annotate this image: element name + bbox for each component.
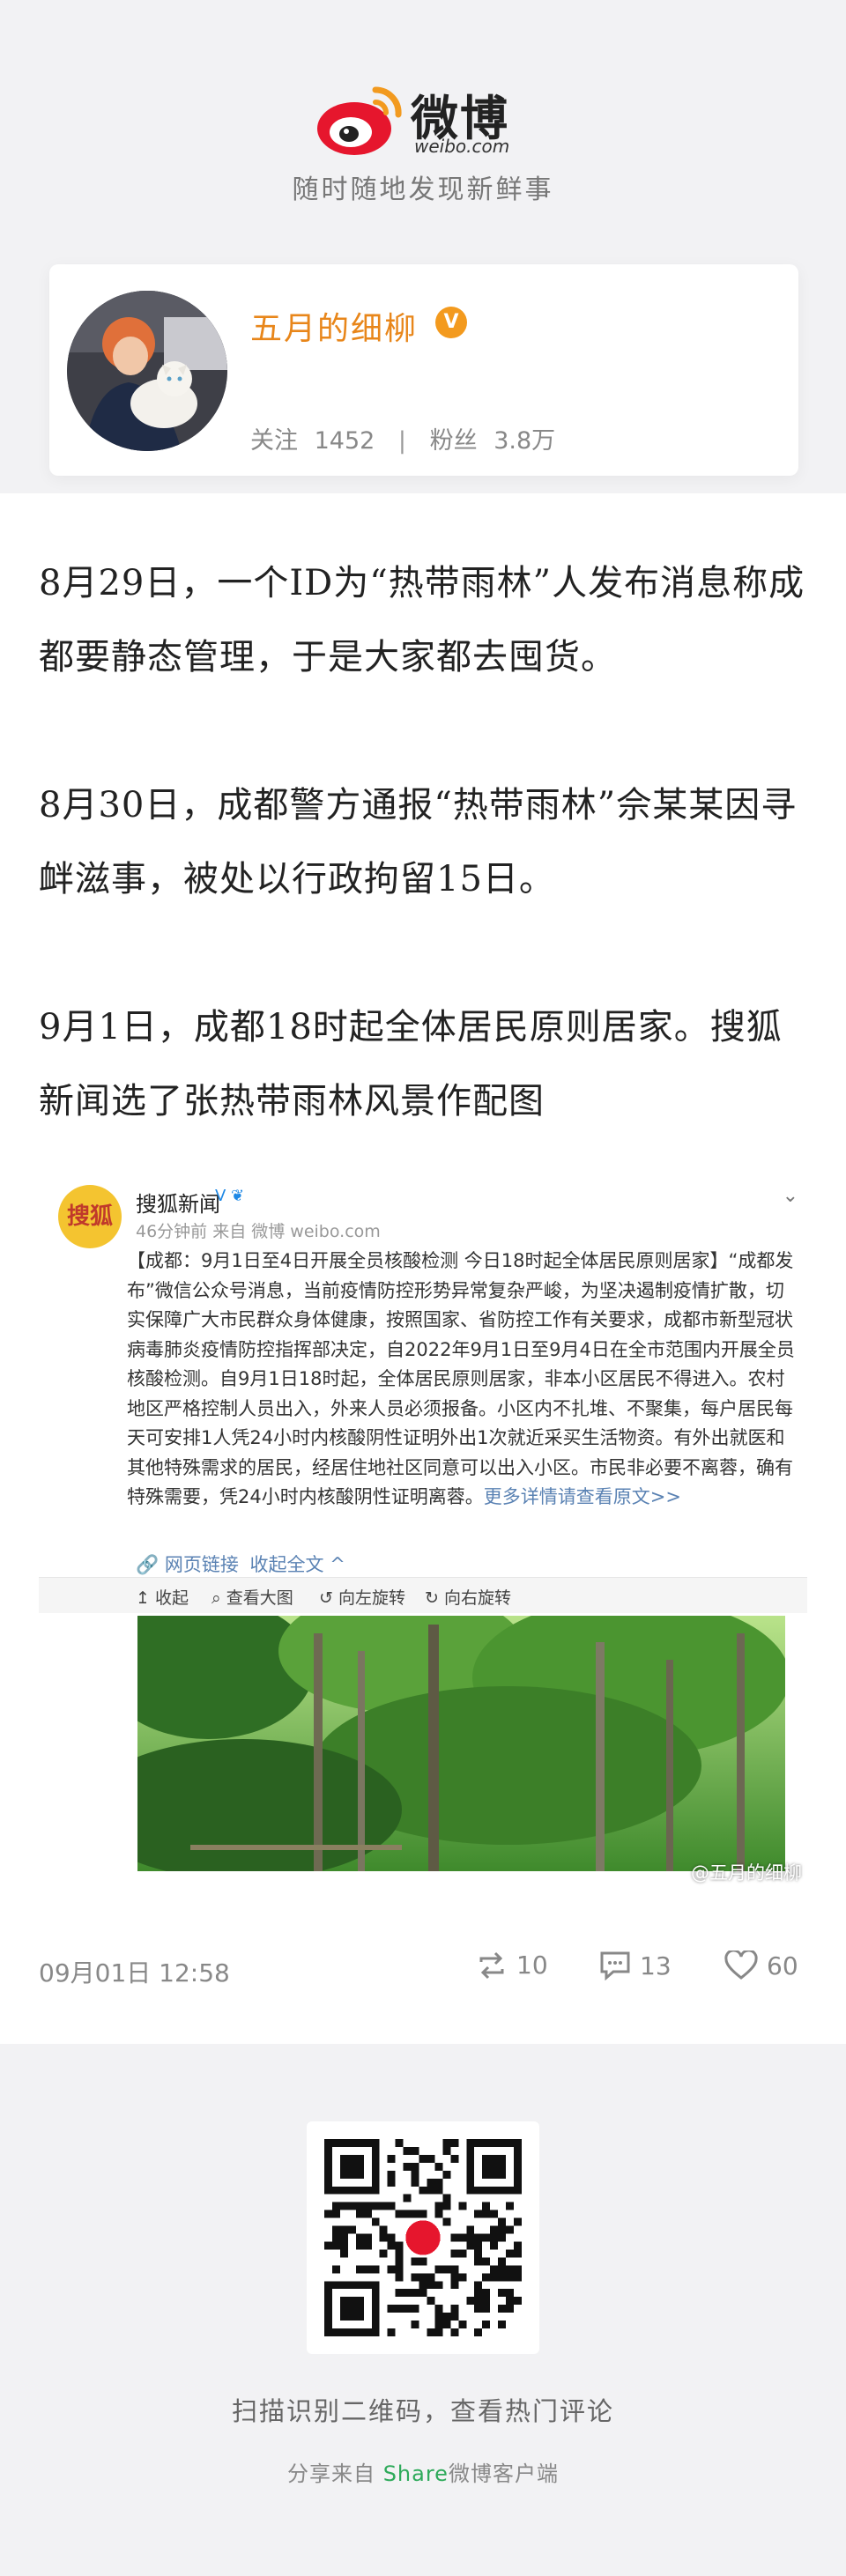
stats-separator: | [397, 427, 407, 455]
qr-code-icon [324, 2139, 522, 2336]
post-content: 8月29日，一个ID为“热带雨林”人发布消息称成都要静态管理，于是大家都去囤货。… [0, 493, 846, 2044]
arrow-up-icon: ↥ [136, 1588, 155, 1608]
magnifier-icon: ⌕ [212, 1588, 226, 1608]
heart-icon [724, 1951, 758, 1980]
embedded-body-text: 【成都：9月1日至4日开展全员核酸检测 今日18时起全体居民原则居家】“成都发布… [127, 1250, 795, 1507]
embedded-links: 🔗 网页链接 收起全文 ^ [136, 1551, 345, 1577]
toolbar-view-large: ⌕ 查看大图 [212, 1585, 293, 1609]
weibo-logo[interactable]: 微博 weibo.com [314, 78, 543, 166]
share-from: 分享来自 Share微博客户端 [0, 2456, 846, 2487]
rainforest-image [137, 1616, 785, 1871]
repost-count: 10 [516, 1951, 548, 1980]
toolbar-rotate-right-label: 向右旋转 [443, 1588, 511, 1608]
collapse-full-text: 收起全文 ^ [249, 1554, 345, 1575]
like-button[interactable]: 60 [724, 1951, 798, 1980]
toolbar-rotate-left: ↺ 向左旋转 [319, 1585, 405, 1609]
embedded-screenshot[interactable]: 搜狐 搜狐新闻 V ❦ 46分钟前 来自 微博 weibo.com ⌄ 【成都：… [39, 1158, 807, 1907]
repost-button[interactable]: 10 [476, 1951, 548, 1980]
avatar[interactable] [67, 291, 227, 451]
fans-count[interactable]: 3.8万 [494, 427, 555, 455]
post-actions: 09月01日 12:58 10 13 60 [39, 1947, 807, 1991]
embedded-author: 搜狐新闻 [136, 1192, 220, 1217]
scan-hint: 扫描识别二维码，查看热门评论 [231, 2396, 614, 2426]
embedded-meta: 46分钟前 来自 微博 weibo.com [136, 1222, 381, 1241]
embedded-body: 【成都：9月1日至4日开展全员核酸检测 今日18时起全体居民原则居家】“成都发布… [127, 1247, 797, 1513]
weibo-eye-icon [317, 86, 402, 155]
post-paragraph: 9月1日，成都18时起全体居民原则居家。搜狐新闻选了张热带雨林风景作配图 [39, 1007, 783, 1121]
comment-icon [600, 1951, 630, 1980]
toolbar-collapse: ↥ 收起 [136, 1585, 189, 1609]
share-prefix: 分享来自 [287, 2461, 376, 2486]
post-text: 8月29日，一个ID为“热带雨林”人发布消息称成都要静态管理，于是大家都去囤货。… [39, 546, 814, 1138]
profile-stats: 关注 1452 | 粉丝 3.8万 [250, 421, 555, 455]
logo-domain: weibo.com [414, 136, 510, 157]
post-paragraph: 8月29日，一个ID为“热带雨林”人发布消息称成都要静态管理，于是大家都去囤货。 [39, 563, 805, 677]
toolbar-rotate-right: ↻ 向右旋转 [425, 1585, 511, 1609]
rotate-left-icon: ↺ [319, 1588, 338, 1608]
toolbar-collapse-label: 收起 [154, 1588, 189, 1608]
verified-badge-icon: V [435, 307, 467, 338]
link-icon: 🔗 [136, 1554, 160, 1575]
post-datetime: 09月01日 12:58 [39, 1958, 230, 1988]
more-link: 更多详情请查看原文>> [483, 1486, 681, 1507]
toolbar-view-large-label: 查看大图 [226, 1588, 293, 1608]
following-label: 关注 [250, 427, 298, 455]
image-toolbar: ↥ 收起 ⌕ 查看大图 ↺ 向左旋转 ↻ 向右旋转 [39, 1577, 807, 1613]
share-suffix: 微博客户端 [448, 2461, 559, 2486]
username[interactable]: 五月的细柳 [250, 303, 418, 349]
post-paragraph: 8月30日，成都警方通报“热带雨林”佘某某因寻衅滋事，被处以行政拘留15日。 [39, 785, 798, 899]
avatar-photo [67, 291, 227, 451]
embedded-badges: V ❦ [215, 1187, 245, 1205]
tagline: 随时随地发现新鲜事 [292, 174, 554, 205]
comment-count: 13 [640, 1951, 672, 1980]
qr-code[interactable] [307, 2121, 539, 2354]
web-link: 网页链接 [164, 1554, 239, 1575]
sohu-avatar: 搜狐 [58, 1185, 122, 1248]
share-brand: Share [382, 2461, 449, 2486]
rainforest-photo [137, 1616, 785, 1871]
repost-icon [479, 1951, 504, 1979]
image-watermark: @五月的细柳 [691, 1862, 802, 1884]
profile-card[interactable]: 五月的细柳 V 关注 1452 | 粉丝 3.8万 [49, 264, 798, 476]
chevron-down-icon: ⌄ [782, 1185, 798, 1207]
toolbar-rotate-left-label: 向左旋转 [338, 1588, 405, 1608]
fans-label: 粉丝 [429, 427, 478, 455]
following-count[interactable]: 1452 [315, 427, 375, 455]
like-count: 60 [767, 1951, 798, 1980]
share-footer: 扫描识别二维码，查看热门评论 分享来自 Share微博客户端 [0, 2044, 846, 2576]
rotate-right-icon: ↻ [425, 1588, 444, 1608]
comment-button[interactable]: 13 [599, 1951, 672, 1980]
